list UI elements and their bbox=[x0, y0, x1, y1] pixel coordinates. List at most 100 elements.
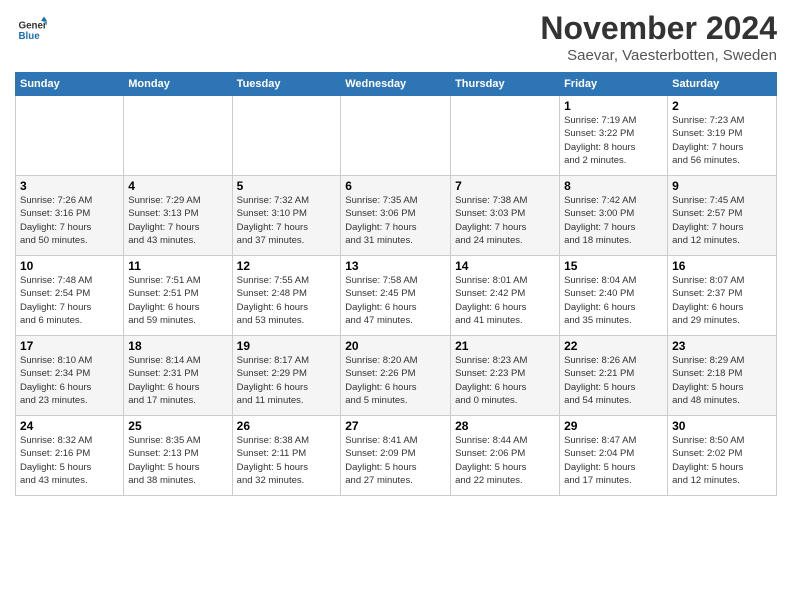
day-number: 8 bbox=[564, 179, 663, 193]
day-info: Sunrise: 8:47 AM Sunset: 2:04 PM Dayligh… bbox=[564, 434, 663, 487]
day-info: Sunrise: 8:29 AM Sunset: 2:18 PM Dayligh… bbox=[672, 354, 772, 407]
svg-text:Blue: Blue bbox=[19, 31, 41, 42]
day-info: Sunrise: 8:14 AM Sunset: 2:31 PM Dayligh… bbox=[128, 354, 227, 407]
day-info: Sunrise: 8:50 AM Sunset: 2:02 PM Dayligh… bbox=[672, 434, 772, 487]
day-info: Sunrise: 8:17 AM Sunset: 2:29 PM Dayligh… bbox=[237, 354, 337, 407]
week-row-5: 24Sunrise: 8:32 AM Sunset: 2:16 PM Dayli… bbox=[16, 416, 777, 496]
day-info: Sunrise: 7:35 AM Sunset: 3:06 PM Dayligh… bbox=[345, 194, 446, 247]
day-info: Sunrise: 8:26 AM Sunset: 2:21 PM Dayligh… bbox=[564, 354, 663, 407]
month-title: November 2024 bbox=[540, 10, 777, 47]
day-info: Sunrise: 8:07 AM Sunset: 2:37 PM Dayligh… bbox=[672, 274, 772, 327]
week-row-2: 3Sunrise: 7:26 AM Sunset: 3:16 PM Daylig… bbox=[16, 176, 777, 256]
calendar-cell: 9Sunrise: 7:45 AM Sunset: 2:57 PM Daylig… bbox=[668, 176, 777, 256]
calendar-cell: 21Sunrise: 8:23 AM Sunset: 2:23 PM Dayli… bbox=[451, 336, 560, 416]
day-info: Sunrise: 7:38 AM Sunset: 3:03 PM Dayligh… bbox=[455, 194, 555, 247]
day-info: Sunrise: 8:41 AM Sunset: 2:09 PM Dayligh… bbox=[345, 434, 446, 487]
day-number: 2 bbox=[672, 99, 772, 113]
calendar-cell: 23Sunrise: 8:29 AM Sunset: 2:18 PM Dayli… bbox=[668, 336, 777, 416]
day-number: 13 bbox=[345, 259, 446, 273]
day-info: Sunrise: 7:26 AM Sunset: 3:16 PM Dayligh… bbox=[20, 194, 119, 247]
calendar-cell: 14Sunrise: 8:01 AM Sunset: 2:42 PM Dayli… bbox=[451, 256, 560, 336]
day-info: Sunrise: 8:38 AM Sunset: 2:11 PM Dayligh… bbox=[237, 434, 337, 487]
day-number: 14 bbox=[455, 259, 555, 273]
logo: General Blue bbox=[15, 15, 47, 45]
calendar-cell: 24Sunrise: 8:32 AM Sunset: 2:16 PM Dayli… bbox=[16, 416, 124, 496]
day-number: 5 bbox=[237, 179, 337, 193]
day-info: Sunrise: 8:23 AM Sunset: 2:23 PM Dayligh… bbox=[455, 354, 555, 407]
day-info: Sunrise: 8:35 AM Sunset: 2:13 PM Dayligh… bbox=[128, 434, 227, 487]
calendar-cell: 13Sunrise: 7:58 AM Sunset: 2:45 PM Dayli… bbox=[341, 256, 451, 336]
weekday-header-row: SundayMondayTuesdayWednesdayThursdayFrid… bbox=[16, 73, 777, 96]
day-number: 28 bbox=[455, 419, 555, 433]
day-number: 9 bbox=[672, 179, 772, 193]
calendar-cell: 4Sunrise: 7:29 AM Sunset: 3:13 PM Daylig… bbox=[124, 176, 232, 256]
calendar-cell: 3Sunrise: 7:26 AM Sunset: 3:16 PM Daylig… bbox=[16, 176, 124, 256]
day-info: Sunrise: 7:32 AM Sunset: 3:10 PM Dayligh… bbox=[237, 194, 337, 247]
day-number: 25 bbox=[128, 419, 227, 433]
weekday-header-sunday: Sunday bbox=[16, 73, 124, 96]
calendar-cell: 12Sunrise: 7:55 AM Sunset: 2:48 PM Dayli… bbox=[232, 256, 341, 336]
day-number: 30 bbox=[672, 419, 772, 433]
week-row-3: 10Sunrise: 7:48 AM Sunset: 2:54 PM Dayli… bbox=[16, 256, 777, 336]
day-number: 7 bbox=[455, 179, 555, 193]
day-number: 15 bbox=[564, 259, 663, 273]
day-info: Sunrise: 7:45 AM Sunset: 2:57 PM Dayligh… bbox=[672, 194, 772, 247]
calendar-cell: 10Sunrise: 7:48 AM Sunset: 2:54 PM Dayli… bbox=[16, 256, 124, 336]
day-number: 12 bbox=[237, 259, 337, 273]
day-info: Sunrise: 7:55 AM Sunset: 2:48 PM Dayligh… bbox=[237, 274, 337, 327]
calendar-cell bbox=[232, 96, 341, 176]
calendar-cell: 20Sunrise: 8:20 AM Sunset: 2:26 PM Dayli… bbox=[341, 336, 451, 416]
day-number: 22 bbox=[564, 339, 663, 353]
day-info: Sunrise: 7:23 AM Sunset: 3:19 PM Dayligh… bbox=[672, 114, 772, 167]
calendar-cell: 7Sunrise: 7:38 AM Sunset: 3:03 PM Daylig… bbox=[451, 176, 560, 256]
calendar-cell: 15Sunrise: 8:04 AM Sunset: 2:40 PM Dayli… bbox=[560, 256, 668, 336]
calendar-cell: 18Sunrise: 8:14 AM Sunset: 2:31 PM Dayli… bbox=[124, 336, 232, 416]
svg-text:General: General bbox=[19, 21, 48, 32]
day-number: 6 bbox=[345, 179, 446, 193]
day-info: Sunrise: 8:10 AM Sunset: 2:34 PM Dayligh… bbox=[20, 354, 119, 407]
day-number: 27 bbox=[345, 419, 446, 433]
calendar-cell: 25Sunrise: 8:35 AM Sunset: 2:13 PM Dayli… bbox=[124, 416, 232, 496]
day-number: 17 bbox=[20, 339, 119, 353]
calendar-cell: 16Sunrise: 8:07 AM Sunset: 2:37 PM Dayli… bbox=[668, 256, 777, 336]
day-number: 4 bbox=[128, 179, 227, 193]
calendar-cell: 30Sunrise: 8:50 AM Sunset: 2:02 PM Dayli… bbox=[668, 416, 777, 496]
logo-icon: General Blue bbox=[17, 15, 47, 45]
calendar-cell bbox=[16, 96, 124, 176]
day-info: Sunrise: 7:29 AM Sunset: 3:13 PM Dayligh… bbox=[128, 194, 227, 247]
day-info: Sunrise: 7:19 AM Sunset: 3:22 PM Dayligh… bbox=[564, 114, 663, 167]
weekday-header-saturday: Saturday bbox=[668, 73, 777, 96]
title-section: November 2024 Saevar, Vaesterbotten, Swe… bbox=[540, 10, 777, 64]
day-info: Sunrise: 8:04 AM Sunset: 2:40 PM Dayligh… bbox=[564, 274, 663, 327]
day-number: 21 bbox=[455, 339, 555, 353]
calendar-cell bbox=[451, 96, 560, 176]
calendar-cell bbox=[124, 96, 232, 176]
day-info: Sunrise: 7:51 AM Sunset: 2:51 PM Dayligh… bbox=[128, 274, 227, 327]
calendar-cell: 1Sunrise: 7:19 AM Sunset: 3:22 PM Daylig… bbox=[560, 96, 668, 176]
calendar-cell: 2Sunrise: 7:23 AM Sunset: 3:19 PM Daylig… bbox=[668, 96, 777, 176]
day-info: Sunrise: 8:32 AM Sunset: 2:16 PM Dayligh… bbox=[20, 434, 119, 487]
calendar-cell: 26Sunrise: 8:38 AM Sunset: 2:11 PM Dayli… bbox=[232, 416, 341, 496]
weekday-header-wednesday: Wednesday bbox=[341, 73, 451, 96]
calendar-cell: 19Sunrise: 8:17 AM Sunset: 2:29 PM Dayli… bbox=[232, 336, 341, 416]
day-number: 10 bbox=[20, 259, 119, 273]
calendar-cell: 29Sunrise: 8:47 AM Sunset: 2:04 PM Dayli… bbox=[560, 416, 668, 496]
day-number: 16 bbox=[672, 259, 772, 273]
day-number: 20 bbox=[345, 339, 446, 353]
day-number: 1 bbox=[564, 99, 663, 113]
week-row-4: 17Sunrise: 8:10 AM Sunset: 2:34 PM Dayli… bbox=[16, 336, 777, 416]
day-info: Sunrise: 8:20 AM Sunset: 2:26 PM Dayligh… bbox=[345, 354, 446, 407]
day-number: 24 bbox=[20, 419, 119, 433]
day-info: Sunrise: 7:42 AM Sunset: 3:00 PM Dayligh… bbox=[564, 194, 663, 247]
weekday-header-thursday: Thursday bbox=[451, 73, 560, 96]
location-title: Saevar, Vaesterbotten, Sweden bbox=[540, 47, 777, 64]
calendar-cell: 22Sunrise: 8:26 AM Sunset: 2:21 PM Dayli… bbox=[560, 336, 668, 416]
weekday-header-tuesday: Tuesday bbox=[232, 73, 341, 96]
weekday-header-monday: Monday bbox=[124, 73, 232, 96]
calendar-cell: 17Sunrise: 8:10 AM Sunset: 2:34 PM Dayli… bbox=[16, 336, 124, 416]
day-info: Sunrise: 8:01 AM Sunset: 2:42 PM Dayligh… bbox=[455, 274, 555, 327]
calendar-cell: 28Sunrise: 8:44 AM Sunset: 2:06 PM Dayli… bbox=[451, 416, 560, 496]
day-info: Sunrise: 7:58 AM Sunset: 2:45 PM Dayligh… bbox=[345, 274, 446, 327]
day-info: Sunrise: 7:48 AM Sunset: 2:54 PM Dayligh… bbox=[20, 274, 119, 327]
weekday-header-friday: Friday bbox=[560, 73, 668, 96]
